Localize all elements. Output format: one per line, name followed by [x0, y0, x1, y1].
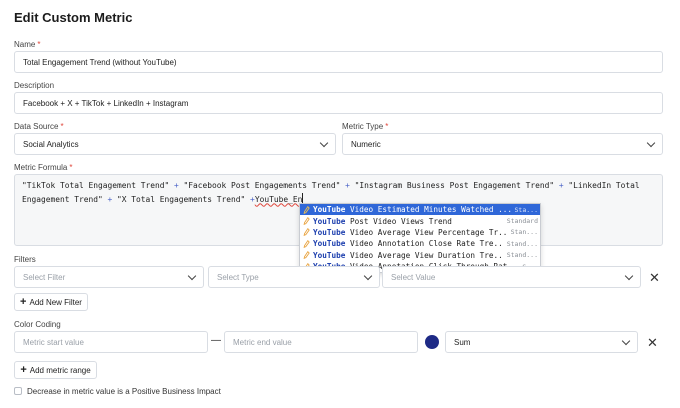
- formula-operator: +: [245, 194, 255, 204]
- formula-operator: +: [169, 181, 184, 190]
- autocomplete-item[interactable]: YouTube Video Annotation Close Rate Tre.…: [300, 238, 540, 249]
- autocomplete-item[interactable]: YouTube Video Average View Duration Tre.…: [300, 250, 540, 261]
- description-label: Description: [14, 81, 55, 90]
- description-input[interactable]: Facebook + X + TikTok + LinkedIn + Insta…: [14, 92, 663, 114]
- metric-pencil-icon: [303, 217, 310, 226]
- positive-impact-checkbox[interactable]: [14, 387, 22, 395]
- page-title: Edit Custom Metric: [14, 10, 133, 25]
- formula-token: "TikTok Total Engagement Trend": [22, 181, 170, 190]
- autocomplete-item[interactable]: YouTube Post Video Views Trend Standard: [300, 215, 540, 226]
- text-cursor: [302, 192, 304, 203]
- add-filter-button[interactable]: + Add New Filter: [14, 293, 88, 311]
- metric-start-input[interactable]: Metric start value: [14, 331, 208, 353]
- data-source-label: Data Source *: [14, 122, 64, 131]
- metric-pencil-icon: [303, 205, 310, 214]
- remove-filter-icon[interactable]: ✕: [649, 271, 660, 284]
- formula-operator: +: [340, 181, 355, 190]
- autocomplete-list: YouTube Video Estimated Minutes Watched …: [299, 203, 541, 274]
- metric-pencil-icon: [303, 239, 310, 248]
- chevron-down-icon: [621, 336, 631, 345]
- filter-value-select[interactable]: Select Value: [382, 266, 641, 288]
- formula-label: Metric Formula *: [14, 163, 73, 172]
- name-label: Name *: [14, 40, 41, 49]
- formula-operator: +: [554, 181, 569, 190]
- filters-label: Filters: [14, 255, 36, 264]
- add-metric-range-button[interactable]: + Add metric range: [14, 361, 97, 379]
- filter-select[interactable]: Select Filter: [14, 266, 204, 288]
- range-separator: —: [211, 335, 221, 346]
- formula-token: "Instagram Business Post Engagement Tren…: [354, 181, 555, 190]
- name-input[interactable]: Total Engagement Trend (without YouTube): [14, 51, 663, 73]
- chevron-down-icon: [319, 138, 329, 147]
- metric-pencil-icon: [303, 228, 310, 237]
- remove-range-icon[interactable]: ✕: [647, 336, 658, 349]
- plus-icon: +: [20, 364, 27, 376]
- formula-operator: +: [102, 194, 118, 204]
- chevron-down-icon: [624, 271, 634, 280]
- formula-token: "X Total Engagements Trend": [117, 194, 246, 204]
- plus-icon: +: [20, 296, 27, 308]
- chevron-down-icon: [646, 138, 656, 147]
- metric-type-label: Metric Type *: [342, 122, 389, 131]
- autocomplete-item[interactable]: YouTube Video Average View Percentage Tr…: [300, 227, 540, 238]
- filter-type-select[interactable]: Select Type: [208, 266, 380, 288]
- formula-current-token: YouTube_En: [254, 194, 303, 204]
- autocomplete-item[interactable]: YouTube Video Estimated Minutes Watched …: [300, 204, 540, 216]
- metric-type-select[interactable]: Numeric: [342, 133, 663, 155]
- positive-impact-label: Decrease in metric value is a Positive B…: [27, 387, 221, 396]
- color-coding-label: Color Coding: [14, 320, 61, 329]
- aggregation-select[interactable]: Sum: [445, 331, 638, 353]
- metric-pencil-icon: [303, 251, 310, 260]
- color-picker-swatch[interactable]: [425, 335, 439, 349]
- data-source-select[interactable]: Social Analytics: [14, 133, 336, 155]
- chevron-down-icon: [187, 271, 197, 280]
- formula-token: "Facebook Post Engagements Trend": [183, 181, 341, 190]
- chevron-down-icon: [363, 271, 373, 280]
- metric-end-input[interactable]: Metric end value: [224, 331, 418, 353]
